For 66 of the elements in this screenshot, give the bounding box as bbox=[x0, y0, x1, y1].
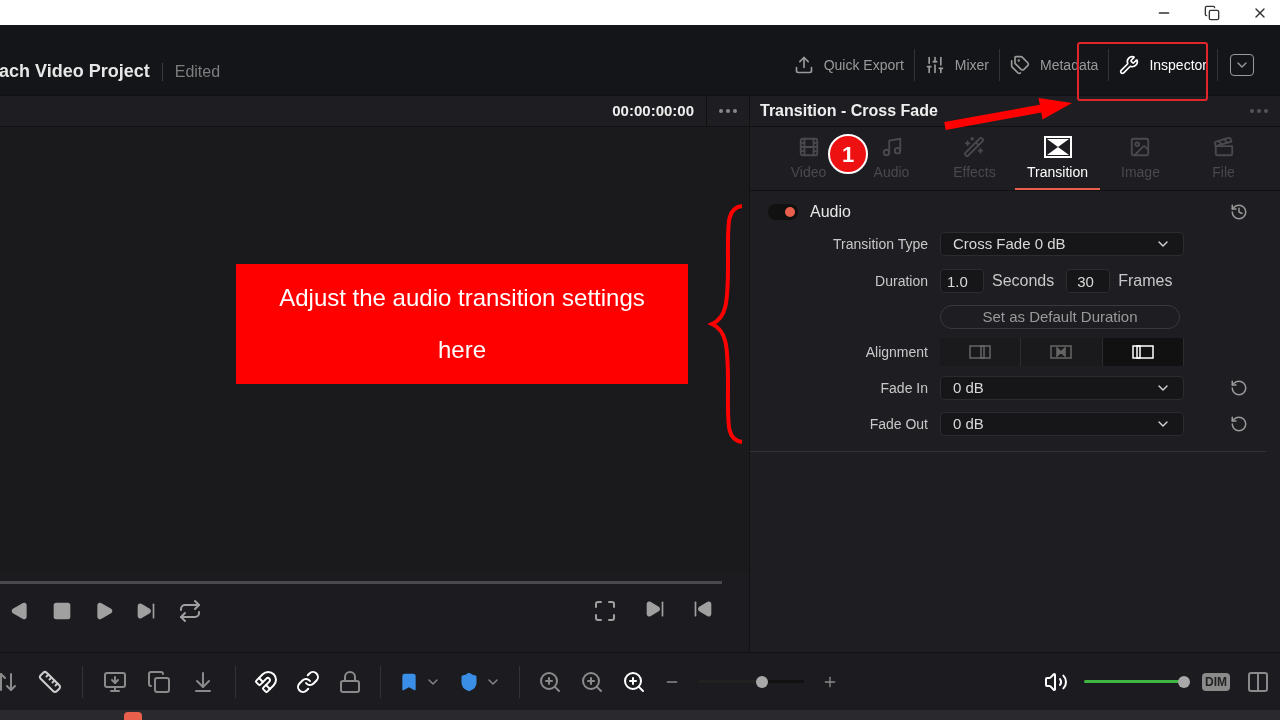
loop-icon[interactable] bbox=[178, 599, 202, 623]
lock-icon[interactable] bbox=[338, 669, 362, 694]
inspector-tab[interactable]: Transition bbox=[1015, 136, 1100, 190]
image-icon bbox=[1129, 136, 1152, 158]
alignment-icon bbox=[969, 345, 992, 359]
toolbar-button[interactable]: Inspector bbox=[1109, 45, 1217, 85]
toggle-switch[interactable] bbox=[768, 204, 798, 220]
unit-label: Seconds bbox=[992, 271, 1055, 291]
dropdown[interactable]: 0 dB bbox=[940, 412, 1184, 436]
dropdown[interactable]: Cross Fade 0 dB bbox=[940, 232, 1184, 256]
input-field[interactable]: 30 bbox=[1066, 269, 1111, 293]
dim-button[interactable]: DIM bbox=[1202, 672, 1230, 691]
reset-icon[interactable] bbox=[1230, 379, 1248, 397]
insert-clip-icon[interactable] bbox=[101, 669, 129, 694]
magic-wand-icon bbox=[963, 136, 986, 158]
reset-icon[interactable] bbox=[1230, 415, 1248, 433]
project-status: Edited bbox=[174, 61, 221, 82]
alignment-icon bbox=[1050, 345, 1073, 359]
wrench-icon bbox=[1119, 55, 1140, 75]
dropdown[interactable]: 0 dB bbox=[940, 376, 1184, 400]
timecode: 00:00:00:00 bbox=[612, 100, 694, 121]
flag-icon[interactable] bbox=[399, 671, 419, 692]
zoom-full-icon[interactable] bbox=[538, 669, 562, 694]
section-title: Audio bbox=[810, 202, 851, 222]
field-label: Transition Type bbox=[832, 234, 928, 254]
callout-text: Adjust the audio transition settings here bbox=[278, 283, 646, 365]
toolbar-button[interactable]: Mixer bbox=[914, 45, 1000, 85]
link-icon[interactable] bbox=[296, 669, 320, 694]
toolbar-button[interactable]: Quick Export bbox=[783, 45, 914, 85]
field-label: Alignment bbox=[864, 342, 928, 362]
restore-icon[interactable] bbox=[1204, 4, 1220, 21]
stop-icon[interactable] bbox=[52, 601, 72, 621]
tag-icon bbox=[1010, 55, 1031, 75]
next-edit-icon[interactable] bbox=[645, 599, 665, 619]
clapperboard-icon bbox=[1212, 136, 1235, 158]
alignment-icon bbox=[1131, 345, 1154, 359]
reset-icon[interactable] bbox=[1230, 203, 1248, 221]
overwrite-clip-icon[interactable] bbox=[147, 669, 171, 694]
play-reverse-icon[interactable] bbox=[10, 601, 30, 621]
slider[interactable] bbox=[698, 675, 804, 688]
dropdown-button[interactable] bbox=[1230, 54, 1254, 76]
scrubber-track[interactable] bbox=[0, 580, 722, 584]
sliders-icon bbox=[924, 55, 945, 75]
upload-icon bbox=[793, 55, 814, 75]
marker-icon[interactable] bbox=[459, 671, 479, 692]
field-label: Fade In bbox=[879, 378, 928, 398]
film-icon bbox=[797, 136, 820, 158]
zoom-custom-icon[interactable] bbox=[622, 669, 646, 694]
project-title: ach Video Project bbox=[0, 60, 150, 83]
field-label: Duration bbox=[874, 271, 928, 291]
play-icon[interactable] bbox=[94, 601, 114, 621]
slider-thumb[interactable] bbox=[755, 675, 768, 688]
alignment-option[interactable] bbox=[1102, 338, 1184, 366]
fit-frame-icon[interactable] bbox=[593, 599, 617, 623]
inspector-title: Transition - Cross Fade bbox=[760, 101, 938, 121]
slider-thumb[interactable] bbox=[1177, 675, 1190, 688]
input-field[interactable]: 1.0 bbox=[940, 269, 984, 293]
playhead[interactable] bbox=[124, 712, 142, 720]
music-note-icon bbox=[880, 136, 903, 158]
unit-label: Frames bbox=[1118, 271, 1173, 291]
magnet-icon[interactable] bbox=[254, 669, 278, 694]
transition-icon bbox=[1043, 136, 1072, 158]
zoom-detail-icon[interactable] bbox=[580, 669, 604, 694]
skip-forward-icon[interactable] bbox=[136, 601, 156, 621]
field-label: Fade Out bbox=[868, 414, 928, 434]
previous-edit-icon[interactable] bbox=[693, 599, 713, 619]
